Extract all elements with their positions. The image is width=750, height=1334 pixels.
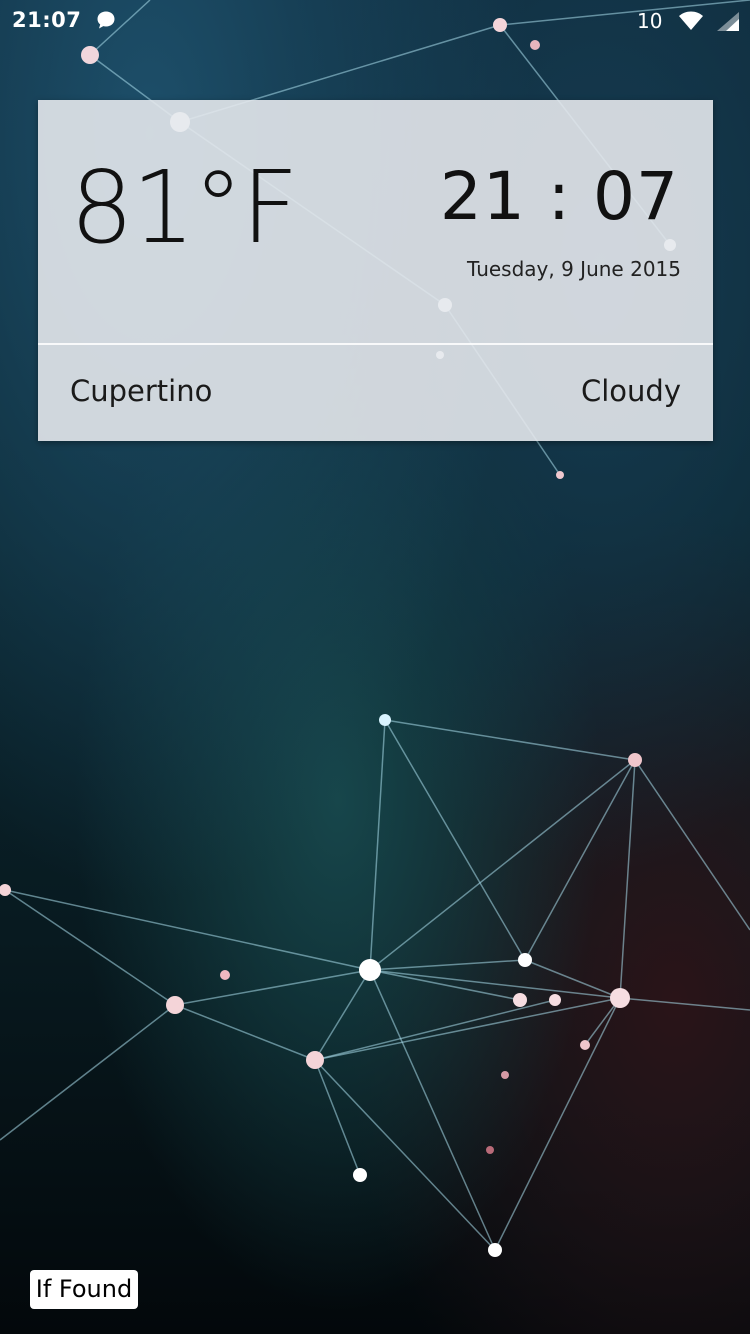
chat-bubble-icon <box>97 11 115 29</box>
status-time: 21:07 <box>12 8 82 32</box>
wifi-icon <box>679 11 703 30</box>
weather-condition: Cloudy <box>581 374 681 408</box>
widget-divider <box>38 343 713 345</box>
clock-date: Tuesday, 9 June 2015 <box>467 257 681 281</box>
temperature: 81°F <box>70 149 299 266</box>
if-found-button[interactable]: If Found <box>30 1270 138 1309</box>
weather-clock-widget[interactable]: 81°F 21 : 07 Tuesday, 9 June 2015 Cupert… <box>38 100 713 441</box>
location-label: Cupertino <box>70 374 213 408</box>
status-level: 10 <box>637 9 663 33</box>
lock-screen: 21:07 10 81°F 21 : 07 Tuesday, 9 June 20… <box>0 0 750 1334</box>
cell-signal-icon <box>717 12 739 31</box>
status-bar: 21:07 10 <box>0 0 750 44</box>
clock-time: 21 : 07 <box>439 158 679 235</box>
